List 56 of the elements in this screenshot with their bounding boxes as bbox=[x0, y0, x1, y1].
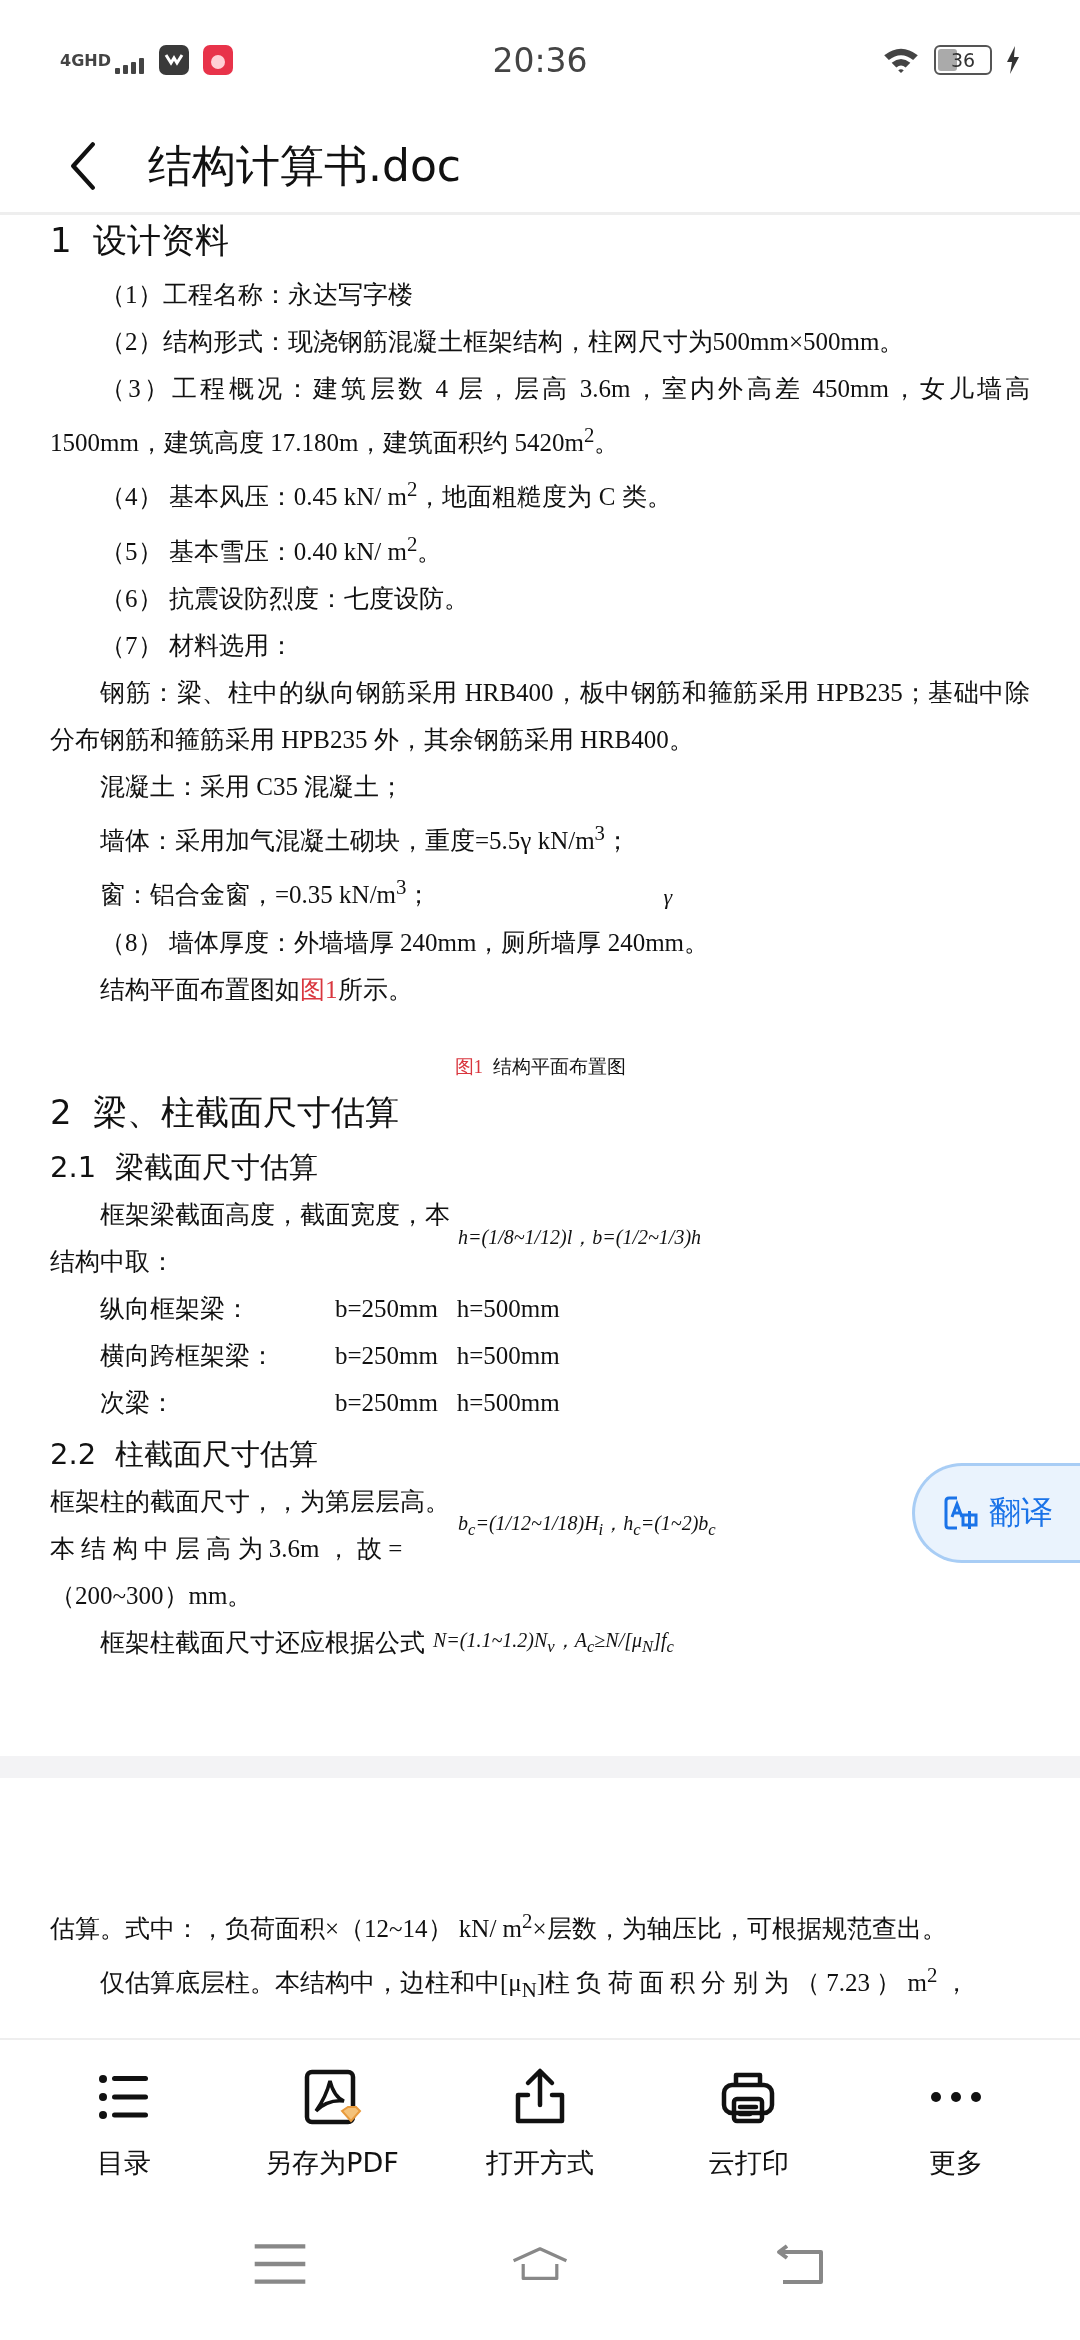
paragraph: （7） 材料选用： bbox=[99, 631, 294, 661]
app-notification-icon bbox=[202, 45, 233, 75]
paragraph: （4） 基本风压：0.45 kN/ m$^{2}$，地面粗糙度为 C 类。 bbox=[99, 476, 672, 513]
toolbar-button[interactable]: 云打印 bbox=[648, 2067, 848, 2181]
paragraph-line: 框架柱的截面尺寸，，为第层层高。 bbox=[50, 1486, 450, 1517]
beam-dimensions: b=250mm h=500mm bbox=[335, 1293, 560, 1324]
status-time: 20:36 bbox=[492, 40, 588, 80]
toolbar-button[interactable]: 更多 bbox=[856, 2067, 1056, 2181]
signal-icon bbox=[114, 58, 145, 74]
paragraph: 钢筋：梁、柱中的纵向钢筋采用 HRB400，板中钢筋和箍筋采用 HPB235；基础中除分布钢筋和箍筋采用 HPB235 外，其余钢筋采用 HRB400。 bbox=[50, 678, 1030, 755]
figure-reference[interactable]: 图1 bbox=[300, 975, 338, 1003]
document-title: 结构计算书.doc bbox=[148, 138, 462, 193]
paragraph-line: 本 结 构 中 层 高 为 3.6m ， 故 = bbox=[50, 1533, 404, 1564]
formula-symbol: γ bbox=[663, 883, 673, 910]
paragraph-line: 框架梁截面高度，截面宽度，本 bbox=[99, 1199, 450, 1230]
network-indicator: 4GHD bbox=[60, 50, 111, 70]
figure-caption: 图1 结构平面布置图 bbox=[454, 1054, 626, 1079]
translate-icon bbox=[942, 1495, 979, 1531]
paragraph: （2）结构形式：现浇钢筋混凝土框架结构，柱网尺寸为500mm×500mm。 bbox=[99, 327, 905, 357]
translate-button[interactable]: 翻译 bbox=[912, 1463, 1080, 1563]
paragraph: 结构平面布置图如图1所示。 bbox=[99, 974, 414, 1005]
formula: N=(1.1~1.2)N$_{v}$，A$_{c}$≥N/[μ$_{N}$]f$_{c}$ bbox=[433, 1628, 674, 1658]
beam-label: 横向跨框架梁： bbox=[100, 1340, 276, 1371]
toolbar-button[interactable]: 目录 bbox=[24, 2067, 224, 2181]
paragraph: （5） 基本雪压：0.40 kN/ m$^{2}$。 bbox=[99, 530, 443, 567]
toolbar-button[interactable]: 打开方式 bbox=[440, 2067, 640, 2181]
section-heading: 1 设计资料 bbox=[50, 219, 231, 262]
paragraph: （1）工程名称：永达写字楼 bbox=[99, 280, 413, 310]
paragraph: 窗：铝合金窗，=0.35 kN/m$^{3}$； bbox=[99, 874, 432, 911]
paragraph: 估算。式中：，负荷面积×（12~14） kN/ m$^{2}$×层数，为轴压比，可根据规范查出。 bbox=[50, 1907, 947, 1944]
battery-indicator: 36 bbox=[934, 45, 992, 75]
menu-icon[interactable] bbox=[252, 2242, 308, 2286]
paragraph: （8） 墙体厚度：外墙墙厚 240mm，厕所墙厚 240mm。 bbox=[99, 927, 710, 958]
toolbar-button[interactable]: 另存为PDF bbox=[232, 2067, 432, 2181]
beam-label: 纵向框架梁： bbox=[100, 1293, 251, 1324]
paragraph: （6） 抗震设防烈度：七度设防。 bbox=[99, 584, 469, 614]
paragraph: 仅估算底层柱。本结构中，边柱和中[μ$_{N}$]柱 负 荷 面 积 分 别 为 （ 7.23 ） m$^{2}$ ， bbox=[99, 1961, 969, 2005]
paragraph: 混凝土：采用 C35 混凝土； bbox=[99, 772, 405, 802]
paragraph-line: 结构中取： bbox=[50, 1246, 176, 1277]
subsection-heading: 2.2 柱截面尺寸估算 bbox=[50, 1435, 319, 1473]
beam-dimensions: b=250mm h=500mm bbox=[335, 1340, 560, 1371]
subsection-heading: 2.1 梁截面尺寸估算 bbox=[50, 1148, 319, 1186]
section-heading: 2 梁、柱截面尺寸估算 bbox=[50, 1090, 401, 1134]
formula: b$_{c}$=(1/12~1/18)H$_{i}$，h$_{c}$=(1~2)b$_{c}$ bbox=[458, 1510, 716, 1540]
paragraph: 墙体：采用加气混凝土砌块，重度=5.5γ kN/m$^{3}$； bbox=[99, 820, 630, 857]
paragraph-line: 框架柱截面尺寸还应根据公式 bbox=[99, 1627, 425, 1658]
paragraph: （3）工程概况：建筑层数 4 层，层高 3.6m，室内外高差 450mm，女儿墙高 1500mm，建筑高度 17.180m，建筑面积约 5420m$^{2}$。 bbox=[50, 374, 1030, 459]
formula: h=(1/8~1/12)l，b=(1/2~1/3)h bbox=[458, 1225, 702, 1251]
pdf-icon bbox=[302, 2067, 362, 2127]
more-icon bbox=[930, 2091, 982, 2103]
beam-label: 次梁： bbox=[100, 1387, 176, 1418]
paragraph: （200~300）mm。 bbox=[50, 1580, 253, 1611]
beam-dimensions: b=250mm h=500mm bbox=[335, 1387, 560, 1418]
app-notification-icon bbox=[158, 45, 189, 75]
back-icon[interactable] bbox=[70, 142, 96, 190]
wifi-icon bbox=[882, 46, 920, 74]
